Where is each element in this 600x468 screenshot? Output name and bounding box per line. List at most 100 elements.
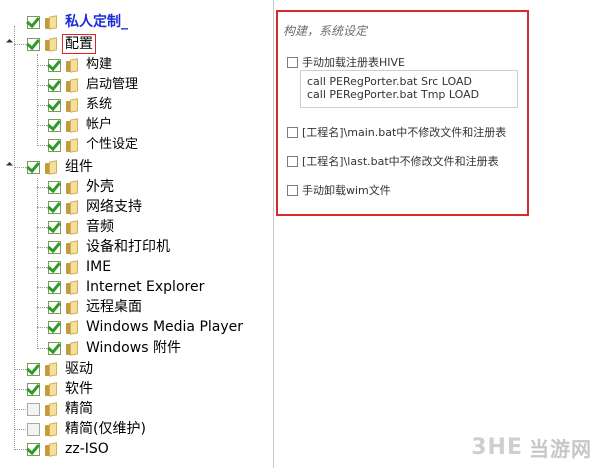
tree-item-build[interactable]: 构建	[48, 55, 112, 75]
checkbox-icon[interactable]	[48, 280, 61, 294]
tree-item-slim[interactable]: 精简	[27, 399, 93, 419]
checkbox-icon[interactable]	[48, 220, 61, 234]
tree-line	[37, 187, 47, 188]
checkbox-icon[interactable]	[27, 362, 40, 376]
tree-item-personalize[interactable]: 个性设定	[48, 135, 138, 155]
tree-item-components[interactable]: 组件	[27, 157, 93, 177]
tree-item-ie[interactable]: Internet Explorer	[48, 277, 204, 297]
tree-item-remote-desktop[interactable]: 远程桌面	[48, 297, 142, 317]
folder-icon	[66, 219, 81, 235]
tree-item-accessories[interactable]: Windows 附件	[48, 338, 181, 358]
watermark-text: 当游网	[529, 437, 592, 461]
tree-item-label: Windows 附件	[86, 340, 181, 356]
tree-item-label: 精简	[65, 401, 93, 417]
option-last-bat[interactable]: [工程名]\last.bat中不修改文件和注册表	[287, 153, 499, 169]
folder-icon	[45, 36, 60, 52]
tree-line	[14, 369, 26, 370]
tree-item-label: 网络支持	[86, 199, 142, 215]
tree-line	[37, 54, 38, 146]
folder-icon	[66, 199, 81, 215]
folder-icon	[66, 319, 81, 335]
tree-item-wmp[interactable]: Windows Media Player	[48, 317, 243, 337]
checkbox-icon[interactable]	[287, 155, 298, 167]
checkbox-icon[interactable]	[287, 56, 298, 68]
tree-item-network[interactable]: 网络支持	[48, 197, 142, 217]
panel-title: 构建，系统设定	[283, 24, 368, 38]
tree-item-slim-maint[interactable]: 精简(仅维护)	[27, 419, 146, 439]
option-label: 手动卸载wim文件	[302, 184, 391, 197]
tree-line	[14, 44, 26, 45]
tree-item-config[interactable]: 配置	[27, 34, 96, 54]
tree-item-software[interactable]: 软件	[27, 379, 93, 399]
tree-item-root[interactable]: 私人定制_	[27, 12, 128, 32]
tree-item-ime[interactable]: IME	[48, 257, 111, 277]
checkbox-icon[interactable]	[48, 98, 61, 112]
tree-item-label: Windows Media Player	[86, 319, 244, 335]
checkbox-icon[interactable]	[27, 382, 40, 396]
tree-item-label: 启动管理	[86, 77, 139, 92]
tree-item-label: 个性设定	[86, 137, 139, 152]
option-main-bat[interactable]: [工程名]\main.bat中不修改文件和注册表	[287, 124, 506, 140]
checkbox-icon[interactable]	[27, 442, 40, 456]
tree-item-boot[interactable]: 启动管理	[48, 75, 138, 95]
tree-item-drivers[interactable]: 驱动	[27, 359, 93, 379]
hive-command-textbox[interactable]: call PERegPorter.bat Src LOAD call PEReg…	[300, 70, 518, 108]
checkbox-icon[interactable]	[287, 184, 298, 196]
tree-line	[37, 287, 47, 288]
checkbox-icon[interactable]	[48, 138, 61, 152]
checkbox-icon[interactable]	[48, 180, 61, 194]
expand-toggle[interactable]	[5, 161, 14, 170]
tree-item-account[interactable]: 帐户	[48, 115, 112, 135]
option-unload-wim[interactable]: 手动卸载wim文件	[287, 182, 391, 198]
tree-line	[14, 449, 26, 450]
tree-item-label: 构建	[86, 57, 113, 72]
tree-line	[14, 26, 15, 450]
project-tree[interactable]: 私人定制_ 配置 构建 启动管理 系统 帐户 个性设定 组件 外壳 网络支持 音…	[0, 0, 272, 468]
tree-item-label: Internet Explorer	[86, 279, 205, 295]
pane-divider[interactable]	[273, 0, 274, 468]
option-label: [工程名]\last.bat中不修改文件和注册表	[302, 155, 499, 168]
tree-item-zz-iso[interactable]: zz-ISO	[27, 439, 109, 459]
tree-item-devices[interactable]: 设备和打印机	[48, 237, 170, 257]
tree-line	[37, 125, 47, 126]
tree-line	[14, 389, 26, 390]
checkbox-icon[interactable]	[27, 15, 40, 29]
checkbox-icon[interactable]	[27, 422, 40, 436]
checkbox-icon[interactable]	[48, 240, 61, 254]
tree-item-label: 设备和打印机	[86, 239, 170, 255]
folder-icon	[66, 239, 81, 255]
tree-line	[37, 207, 47, 208]
checkbox-icon[interactable]	[48, 341, 61, 355]
tree-line	[37, 327, 47, 328]
tree-line	[14, 167, 26, 168]
watermark-logo: 3HE	[471, 435, 523, 460]
checkbox-icon[interactable]	[48, 320, 61, 334]
option-label: [工程名]\main.bat中不修改文件和注册表	[302, 126, 507, 139]
folder-icon	[66, 117, 81, 133]
checkbox-icon[interactable]	[48, 260, 61, 274]
tree-line	[14, 429, 26, 430]
folder-icon	[45, 159, 60, 175]
checkbox-icon[interactable]	[48, 78, 61, 92]
tree-item-label: IME	[86, 259, 112, 275]
tree-item-system[interactable]: 系统	[48, 95, 112, 115]
checkbox-icon[interactable]	[48, 118, 61, 132]
checkbox-icon[interactable]	[27, 37, 40, 51]
tree-item-shell[interactable]: 外壳	[48, 177, 114, 197]
tree-item-audio[interactable]: 音频	[48, 217, 114, 237]
option-load-hive[interactable]: 手动加载注册表HIVE	[287, 54, 405, 70]
tree-item-label: 软件	[65, 381, 93, 397]
checkbox-icon[interactable]	[287, 126, 298, 138]
checkbox-icon[interactable]	[48, 200, 61, 214]
tree-item-label: 音频	[86, 219, 114, 235]
tree-item-label: 组件	[65, 159, 93, 175]
checkbox-icon[interactable]	[48, 58, 61, 72]
tree-item-label: 帐户	[86, 117, 113, 132]
checkbox-icon[interactable]	[27, 402, 40, 416]
expand-toggle[interactable]	[5, 38, 14, 47]
tree-item-label: 私人定制_	[65, 14, 128, 30]
checkbox-icon[interactable]	[48, 300, 61, 314]
tree-line	[37, 267, 47, 268]
folder-icon	[66, 340, 81, 356]
checkbox-icon[interactable]	[27, 160, 40, 174]
